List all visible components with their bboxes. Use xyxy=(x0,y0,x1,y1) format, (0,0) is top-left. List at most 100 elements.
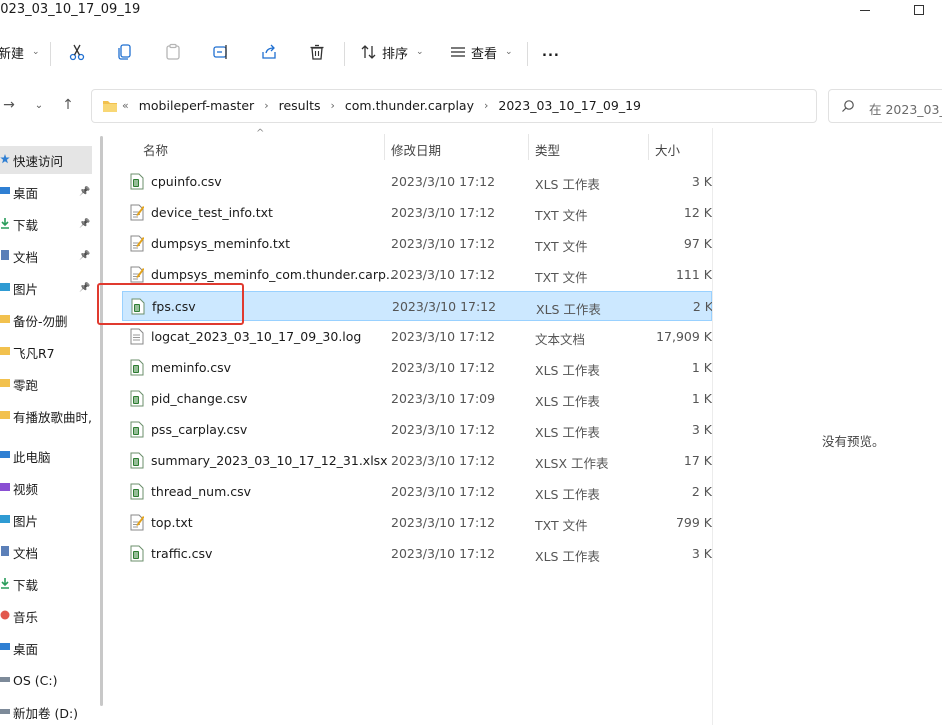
chevron-down-icon: ⌄ xyxy=(505,47,513,57)
new-button[interactable]: 新建 ⌄ xyxy=(0,38,40,66)
view-button[interactable]: 查看 ⌄ xyxy=(449,38,513,66)
sidebar-item[interactable]: 文档 xyxy=(0,538,92,566)
copy-button[interactable] xyxy=(116,38,134,66)
up-button[interactable]: ↑ xyxy=(57,94,79,116)
sidebar-item-label: 音乐 xyxy=(13,609,39,625)
sidebar-item[interactable]: 下载 📌 xyxy=(0,210,92,238)
breadcrumb-item[interactable]: 2023_03_10_17_09_19 xyxy=(498,98,641,113)
rename-button[interactable] xyxy=(212,38,230,66)
breadcrumb-separator-icon[interactable]: › xyxy=(484,99,488,112)
cut-button[interactable] xyxy=(68,38,86,66)
sidebar-scrollbar[interactable] xyxy=(100,136,103,706)
breadcrumb-item[interactable]: mobileperf-master xyxy=(139,98,254,113)
forward-button[interactable]: → xyxy=(0,94,20,116)
sidebar-item-label: 桌面 xyxy=(13,185,39,201)
breadcrumb-item[interactable]: results xyxy=(279,98,321,113)
column-name[interactable]: 名称 xyxy=(143,140,168,159)
sidebar-item[interactable]: 文档 📌 xyxy=(0,242,92,270)
breadcrumb-separator-icon[interactable]: › xyxy=(264,99,268,112)
column-divider[interactable] xyxy=(648,134,649,160)
sidebar-item[interactable]: 飞凡R7 xyxy=(0,338,92,366)
text-file-icon xyxy=(130,204,145,224)
trash-icon xyxy=(310,44,324,60)
computer-icon xyxy=(0,449,10,463)
sidebar-item[interactable]: OS (C:) xyxy=(0,666,92,694)
sidebar-item[interactable]: 备份-勿删 xyxy=(0,306,92,334)
document-icon xyxy=(0,545,10,559)
file-row[interactable]: pss_carplay.csv 2023/3/10 17:12 XLS 工作表 3 K xyxy=(122,415,712,445)
file-row[interactable]: cpuinfo.csv 2023/3/10 17:12 XLS 工作表 3 K xyxy=(122,167,712,197)
column-divider[interactable] xyxy=(528,134,529,160)
pin-icon: 📌 xyxy=(79,219,91,229)
sidebar-item[interactable]: 图片 📌 xyxy=(0,274,92,302)
rename-icon xyxy=(213,45,227,59)
more-button[interactable]: ... xyxy=(542,38,560,66)
file-name: pid_change.csv xyxy=(151,391,248,406)
column-type[interactable]: 类型 xyxy=(535,140,560,159)
sidebar-item[interactable]: 图片 xyxy=(0,506,92,534)
delete-button[interactable] xyxy=(308,38,326,66)
star-icon xyxy=(0,153,10,167)
file-row[interactable]: thread_num.csv 2023/3/10 17:12 XLS 工作表 2 K xyxy=(122,477,712,507)
download-icon xyxy=(0,577,10,591)
sidebar-item[interactable]: 视频 xyxy=(0,474,92,502)
new-label: 新建 xyxy=(0,46,25,62)
file-type: XLS 工作表 xyxy=(535,425,600,440)
file-name: logcat_2023_03_10_17_09_30.log xyxy=(151,329,362,344)
column-size[interactable]: 大小 xyxy=(655,140,680,159)
file-row[interactable]: meminfo.csv 2023/3/10 17:12 XLS 工作表 1 K xyxy=(122,353,712,383)
file-name: cpuinfo.csv xyxy=(151,174,222,189)
breadcrumb: « mobileperf-master › results › com.thun… xyxy=(122,98,641,113)
sort-button[interactable]: 排序 ⌄ xyxy=(360,38,424,66)
file-row[interactable]: pid_change.csv 2023/3/10 17:09 XLS 工作表 1 K xyxy=(122,384,712,414)
file-row[interactable]: device_test_info.txt 2023/3/10 17:12 TXT 文… xyxy=(122,198,712,228)
sort-ascending-icon: ^ xyxy=(256,128,265,139)
file-type: XLS 工作表 xyxy=(535,549,600,564)
file-size: 799 K xyxy=(675,515,712,530)
recent-locations-button[interactable]: ⌄ xyxy=(28,94,50,116)
file-type: TXT 文件 xyxy=(535,239,588,254)
spreadsheet-file-icon xyxy=(130,483,144,503)
file-type: TXT 文件 xyxy=(535,208,588,223)
file-modified: 2023/3/10 17:12 xyxy=(391,205,496,220)
maximize-button[interactable] xyxy=(896,0,942,20)
sidebar-item-label: 下载 xyxy=(13,217,39,233)
sidebar-item[interactable]: 新加卷 (D:) xyxy=(0,698,92,725)
sidebar-item[interactable]: 零跑 xyxy=(0,370,92,398)
file-row[interactable]: traffic.csv 2023/3/10 17:12 XLS 工作表 3 K xyxy=(122,539,712,569)
minimize-button[interactable] xyxy=(842,0,888,20)
paste-button[interactable] xyxy=(164,38,182,66)
file-type: XLSX 工作表 xyxy=(535,456,609,471)
file-row[interactable]: top.txt 2023/3/10 17:12 TXT 文件 799 K xyxy=(122,508,712,538)
file-modified: 2023/3/10 17:12 xyxy=(391,515,496,530)
breadcrumb-separator-icon[interactable]: › xyxy=(331,99,335,112)
sidebar-item-label: 视频 xyxy=(13,481,39,497)
file-row[interactable]: dumpsys_meminfo.txt 2023/3/10 17:12 TXT 文件… xyxy=(122,229,712,259)
folder-icon xyxy=(0,377,10,391)
share-icon xyxy=(262,44,276,59)
divider xyxy=(50,42,51,66)
sidebar-item[interactable]: 桌面 xyxy=(0,634,92,662)
file-row[interactable]: summary_2023_03_10_17_12_31.xlsx 2023/3/1… xyxy=(122,446,712,476)
sidebar-item[interactable]: 桌面 📌 xyxy=(0,178,92,206)
sidebar-item[interactable]: 音乐 xyxy=(0,602,92,630)
sidebar-item[interactable]: 快速访问 xyxy=(0,146,92,174)
file-type: XLS 工作表 xyxy=(535,487,600,502)
file-modified: 2023/3/10 17:12 xyxy=(391,267,496,282)
sidebar-item[interactable]: 此电脑 xyxy=(0,442,92,470)
overflow-chevron-icon[interactable]: « xyxy=(122,99,129,112)
sidebar-item[interactable]: 有播放歌曲时, xyxy=(0,402,92,430)
file-size: 3 K xyxy=(691,422,712,437)
breadcrumb-item[interactable]: com.thunder.carplay xyxy=(345,98,474,113)
file-row[interactable]: logcat_2023_03_10_17_09_30.log 2023/3/10 … xyxy=(122,322,712,352)
navigation-pane: 快速访问 桌面 📌 下载 📌 文档 📌 图片 📌 备份-勿删 飞凡R7 零跑 有播放歌曲时, 此电脑 视频图… xyxy=(0,136,100,725)
file-size: 2 K xyxy=(691,484,712,499)
address-bar[interactable]: « mobileperf-master › results › com.thun… xyxy=(91,89,895,123)
sidebar-item[interactable]: 下载 xyxy=(0,570,92,598)
sidebar-item-label: 文档 xyxy=(13,545,39,561)
column-divider[interactable] xyxy=(384,134,385,160)
share-button[interactable] xyxy=(260,38,278,66)
column-modified[interactable]: 修改日期 xyxy=(391,140,441,159)
search-box[interactable]: 在 2023_03_1 xyxy=(828,89,942,123)
sidebar-item-label: OS (C:) xyxy=(13,672,58,688)
